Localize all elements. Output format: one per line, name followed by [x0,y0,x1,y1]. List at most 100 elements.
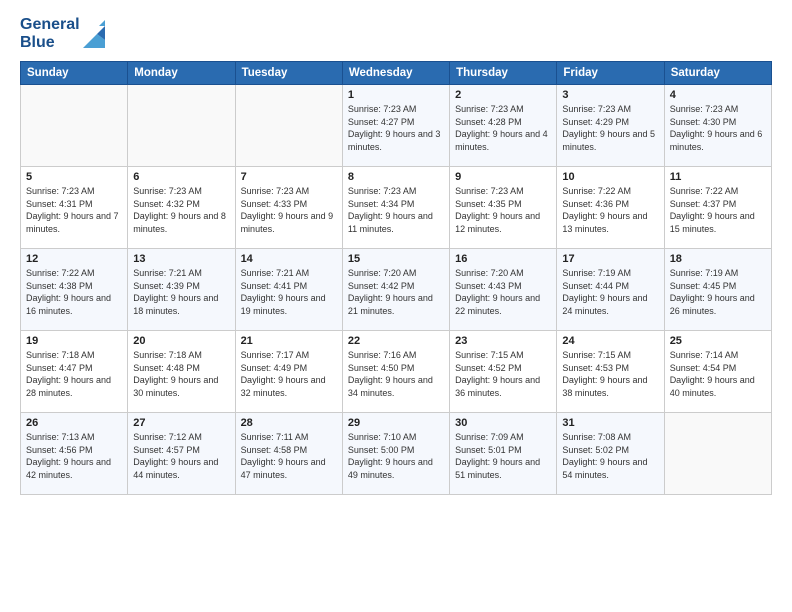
calendar-cell: 28 Sunrise: 7:11 AMSunset: 4:58 PMDaylig… [235,413,342,495]
day-number: 10 [562,171,658,183]
day-info: Sunrise: 7:16 AMSunset: 4:50 PMDaylight:… [348,350,433,398]
calendar-day-header: Friday [557,62,664,85]
calendar-week-row: 26 Sunrise: 7:13 AMSunset: 4:56 PMDaylig… [21,413,772,495]
calendar-week-row: 1 Sunrise: 7:23 AMSunset: 4:27 PMDayligh… [21,85,772,167]
logo: GeneralBlue [20,16,105,51]
day-number: 13 [133,253,229,265]
calendar-cell: 22 Sunrise: 7:16 AMSunset: 4:50 PMDaylig… [342,331,449,413]
day-info: Sunrise: 7:23 AMSunset: 4:34 PMDaylight:… [348,186,433,234]
calendar-cell: 21 Sunrise: 7:17 AMSunset: 4:49 PMDaylig… [235,331,342,413]
calendar-cell: 5 Sunrise: 7:23 AMSunset: 4:31 PMDayligh… [21,167,128,249]
day-info: Sunrise: 7:13 AMSunset: 4:56 PMDaylight:… [26,432,111,480]
day-number: 1 [348,89,444,101]
day-info: Sunrise: 7:23 AMSunset: 4:33 PMDaylight:… [241,186,334,234]
calendar-day-header: Thursday [450,62,557,85]
day-number: 19 [26,335,122,347]
calendar-day-header: Saturday [664,62,771,85]
day-number: 28 [241,417,337,429]
day-info: Sunrise: 7:10 AMSunset: 5:00 PMDaylight:… [348,432,433,480]
day-number: 14 [241,253,337,265]
calendar-cell: 12 Sunrise: 7:22 AMSunset: 4:38 PMDaylig… [21,249,128,331]
day-number: 2 [455,89,551,101]
day-number: 18 [670,253,766,265]
day-info: Sunrise: 7:23 AMSunset: 4:32 PMDaylight:… [133,186,226,234]
calendar-cell: 26 Sunrise: 7:13 AMSunset: 4:56 PMDaylig… [21,413,128,495]
calendar-cell: 3 Sunrise: 7:23 AMSunset: 4:29 PMDayligh… [557,85,664,167]
day-number: 29 [348,417,444,429]
calendar-cell: 31 Sunrise: 7:08 AMSunset: 5:02 PMDaylig… [557,413,664,495]
calendar-cell: 29 Sunrise: 7:10 AMSunset: 5:00 PMDaylig… [342,413,449,495]
calendar-cell [664,413,771,495]
day-info: Sunrise: 7:22 AMSunset: 4:38 PMDaylight:… [26,268,111,316]
day-number: 21 [241,335,337,347]
calendar-cell: 14 Sunrise: 7:21 AMSunset: 4:41 PMDaylig… [235,249,342,331]
calendar-cell: 2 Sunrise: 7:23 AMSunset: 4:28 PMDayligh… [450,85,557,167]
day-number: 31 [562,417,658,429]
day-number: 20 [133,335,229,347]
day-number: 16 [455,253,551,265]
day-info: Sunrise: 7:20 AMSunset: 4:43 PMDaylight:… [455,268,540,316]
day-info: Sunrise: 7:18 AMSunset: 4:47 PMDaylight:… [26,350,111,398]
day-number: 6 [133,171,229,183]
calendar-cell: 30 Sunrise: 7:09 AMSunset: 5:01 PMDaylig… [450,413,557,495]
calendar-cell: 1 Sunrise: 7:23 AMSunset: 4:27 PMDayligh… [342,85,449,167]
calendar-cell: 13 Sunrise: 7:21 AMSunset: 4:39 PMDaylig… [128,249,235,331]
calendar-week-row: 5 Sunrise: 7:23 AMSunset: 4:31 PMDayligh… [21,167,772,249]
day-number: 5 [26,171,122,183]
calendar-table: SundayMondayTuesdayWednesdayThursdayFrid… [20,61,772,495]
day-number: 11 [670,171,766,183]
day-info: Sunrise: 7:21 AMSunset: 4:39 PMDaylight:… [133,268,218,316]
calendar-cell: 23 Sunrise: 7:15 AMSunset: 4:52 PMDaylig… [450,331,557,413]
day-info: Sunrise: 7:21 AMSunset: 4:41 PMDaylight:… [241,268,326,316]
day-info: Sunrise: 7:23 AMSunset: 4:30 PMDaylight:… [670,104,763,152]
calendar-week-row: 19 Sunrise: 7:18 AMSunset: 4:47 PMDaylig… [21,331,772,413]
calendar-cell: 20 Sunrise: 7:18 AMSunset: 4:48 PMDaylig… [128,331,235,413]
day-info: Sunrise: 7:23 AMSunset: 4:35 PMDaylight:… [455,186,540,234]
page-container: GeneralBlue SundayMondayTuesdayWednesday… [0,0,792,505]
calendar-cell: 7 Sunrise: 7:23 AMSunset: 4:33 PMDayligh… [235,167,342,249]
calendar-cell: 16 Sunrise: 7:20 AMSunset: 4:43 PMDaylig… [450,249,557,331]
day-number: 8 [348,171,444,183]
day-number: 22 [348,335,444,347]
day-number: 26 [26,417,122,429]
calendar-day-header: Sunday [21,62,128,85]
calendar-cell: 11 Sunrise: 7:22 AMSunset: 4:37 PMDaylig… [664,167,771,249]
day-info: Sunrise: 7:22 AMSunset: 4:36 PMDaylight:… [562,186,647,234]
day-info: Sunrise: 7:12 AMSunset: 4:57 PMDaylight:… [133,432,218,480]
day-number: 12 [26,253,122,265]
day-number: 17 [562,253,658,265]
day-info: Sunrise: 7:11 AMSunset: 4:58 PMDaylight:… [241,432,326,480]
calendar-cell: 4 Sunrise: 7:23 AMSunset: 4:30 PMDayligh… [664,85,771,167]
day-info: Sunrise: 7:18 AMSunset: 4:48 PMDaylight:… [133,350,218,398]
calendar-day-header: Monday [128,62,235,85]
day-info: Sunrise: 7:15 AMSunset: 4:52 PMDaylight:… [455,350,540,398]
calendar-day-header: Wednesday [342,62,449,85]
calendar-cell: 27 Sunrise: 7:12 AMSunset: 4:57 PMDaylig… [128,413,235,495]
calendar-cell: 8 Sunrise: 7:23 AMSunset: 4:34 PMDayligh… [342,167,449,249]
calendar-cell: 6 Sunrise: 7:23 AMSunset: 4:32 PMDayligh… [128,167,235,249]
day-info: Sunrise: 7:14 AMSunset: 4:54 PMDaylight:… [670,350,755,398]
calendar-cell: 24 Sunrise: 7:15 AMSunset: 4:53 PMDaylig… [557,331,664,413]
day-number: 3 [562,89,658,101]
calendar-header-row: SundayMondayTuesdayWednesdayThursdayFrid… [21,62,772,85]
day-number: 30 [455,417,551,429]
day-info: Sunrise: 7:23 AMSunset: 4:28 PMDaylight:… [455,104,548,152]
day-info: Sunrise: 7:19 AMSunset: 4:45 PMDaylight:… [670,268,755,316]
calendar-cell: 9 Sunrise: 7:23 AMSunset: 4:35 PMDayligh… [450,167,557,249]
day-number: 25 [670,335,766,347]
calendar-cell: 25 Sunrise: 7:14 AMSunset: 4:54 PMDaylig… [664,331,771,413]
day-info: Sunrise: 7:23 AMSunset: 4:29 PMDaylight:… [562,104,655,152]
calendar-cell: 10 Sunrise: 7:22 AMSunset: 4:36 PMDaylig… [557,167,664,249]
day-info: Sunrise: 7:19 AMSunset: 4:44 PMDaylight:… [562,268,647,316]
calendar-cell [21,85,128,167]
day-number: 4 [670,89,766,101]
calendar-cell [235,85,342,167]
calendar-day-header: Tuesday [235,62,342,85]
calendar-cell: 17 Sunrise: 7:19 AMSunset: 4:44 PMDaylig… [557,249,664,331]
calendar-week-row: 12 Sunrise: 7:22 AMSunset: 4:38 PMDaylig… [21,249,772,331]
day-info: Sunrise: 7:17 AMSunset: 4:49 PMDaylight:… [241,350,326,398]
day-number: 7 [241,171,337,183]
day-info: Sunrise: 7:20 AMSunset: 4:42 PMDaylight:… [348,268,433,316]
day-info: Sunrise: 7:23 AMSunset: 4:31 PMDaylight:… [26,186,119,234]
day-number: 9 [455,171,551,183]
